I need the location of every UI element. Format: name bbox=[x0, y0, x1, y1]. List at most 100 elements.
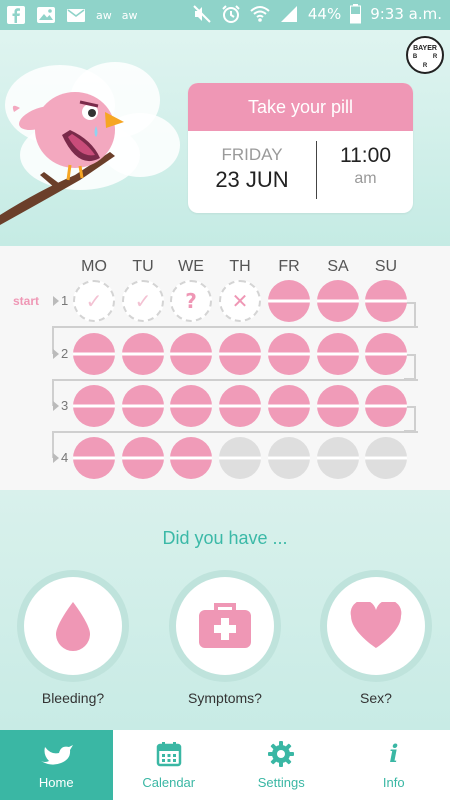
pill-missed[interactable]: ✕ bbox=[219, 280, 261, 322]
symptoms-button[interactable] bbox=[169, 570, 281, 682]
pill-placebo[interactable] bbox=[317, 437, 359, 479]
pill-placebo[interactable] bbox=[365, 437, 407, 479]
pill-pack: start MO TU WE TH FR SA SU 1 ✓ ✓? ✕ 2 3 4 bbox=[0, 246, 450, 490]
notification-aw-2: aw bbox=[121, 8, 138, 22]
day-label-we: WE bbox=[178, 258, 204, 275]
nav-settings[interactable]: Settings bbox=[225, 730, 338, 800]
reminder-ampm: am bbox=[354, 170, 377, 187]
day-label-sa: SA bbox=[327, 258, 349, 275]
svg-text:R: R bbox=[433, 54, 438, 60]
week-arrow-icon bbox=[53, 296, 59, 306]
day-label-fr: FR bbox=[278, 258, 300, 275]
wifi-icon bbox=[250, 6, 270, 22]
bottom-nav: Home Calendar Settings i Info bbox=[0, 730, 450, 800]
signal-icon bbox=[280, 6, 297, 22]
check-icon: ✓ bbox=[85, 289, 103, 313]
header: BAYER B R R Take your pill FRIDAY 23 JUN… bbox=[0, 30, 450, 246]
pill-taken[interactable]: ✓ bbox=[73, 280, 115, 322]
tracker-section: Did you have ... Bleeding? Symptoms? Sex… bbox=[0, 490, 450, 730]
pill-active[interactable] bbox=[365, 333, 407, 375]
bayer-cross-logo: BAYER B R R bbox=[413, 45, 438, 69]
reminder-day: FRIDAY bbox=[221, 145, 283, 164]
bleeding-label: Bleeding? bbox=[41, 690, 105, 706]
nav-calendar-label: Calendar bbox=[142, 775, 196, 790]
week-number: 4 bbox=[61, 450, 69, 465]
mute-icon bbox=[193, 5, 211, 23]
clock-time: 9:33 a.m. bbox=[370, 5, 442, 23]
first-aid-kit-icon bbox=[199, 603, 251, 648]
info-icon: i bbox=[389, 739, 399, 768]
battery-icon bbox=[350, 4, 362, 24]
check-icon: ✓ bbox=[134, 289, 152, 313]
status-bar: aw aw 44% 9:33 a.m. bbox=[0, 0, 450, 30]
pill-active[interactable] bbox=[365, 385, 407, 427]
day-label-tu: TU bbox=[132, 258, 154, 275]
pill-placebo[interactable] bbox=[268, 437, 310, 479]
pill-active[interactable] bbox=[317, 333, 359, 375]
day-label-su: SU bbox=[374, 258, 398, 275]
nav-info-label: Info bbox=[382, 775, 405, 790]
week-arrow-icon bbox=[53, 401, 59, 411]
day-label-th: TH bbox=[229, 258, 251, 275]
pill-placebo[interactable] bbox=[219, 437, 261, 479]
facebook-icon bbox=[7, 6, 25, 24]
tracker-question: Did you have ... bbox=[162, 528, 288, 548]
week-number: 3 bbox=[61, 398, 69, 413]
question-icon: ? bbox=[185, 289, 197, 313]
nav-info[interactable]: i Info bbox=[338, 730, 450, 800]
svg-text:B: B bbox=[413, 54, 418, 60]
nav-home-label: Home bbox=[38, 775, 74, 790]
week-arrow-icon bbox=[53, 349, 59, 359]
battery-percent: 44% bbox=[307, 5, 342, 23]
pill-active[interactable] bbox=[122, 385, 164, 427]
pill-active[interactable] bbox=[365, 280, 407, 322]
svg-text:R: R bbox=[423, 63, 428, 69]
pill-active[interactable] bbox=[122, 333, 164, 375]
pill-unknown[interactable]: ? bbox=[170, 280, 212, 322]
bird-icon bbox=[41, 745, 74, 765]
pill-active[interactable] bbox=[73, 385, 115, 427]
cross-icon: ✕ bbox=[231, 289, 249, 313]
week-arrow-icon bbox=[53, 453, 59, 463]
gallery-icon bbox=[37, 7, 55, 23]
gear-icon bbox=[268, 741, 295, 767]
week-number: 1 bbox=[61, 293, 69, 308]
pill-active[interactable] bbox=[317, 385, 359, 427]
pill-active[interactable] bbox=[219, 385, 261, 427]
reminder-time: 11:00 bbox=[340, 144, 391, 167]
symptoms-label: Symptoms? bbox=[188, 690, 262, 706]
alarm-icon bbox=[222, 5, 240, 23]
day-label-mo: MO bbox=[81, 258, 107, 275]
card-divider bbox=[316, 141, 317, 199]
nav-settings-label: Settings bbox=[257, 775, 305, 790]
bleeding-button[interactable] bbox=[17, 570, 129, 682]
pill-active[interactable] bbox=[219, 333, 261, 375]
pill-active[interactable] bbox=[122, 437, 164, 479]
sex-label: Sex? bbox=[360, 690, 392, 706]
nav-calendar[interactable]: Calendar bbox=[113, 730, 226, 800]
pill-active[interactable] bbox=[73, 333, 115, 375]
card-body: FRIDAY 23 JUN 11:00 am bbox=[188, 131, 413, 213]
pill-active[interactable] bbox=[170, 385, 212, 427]
week-connector bbox=[52, 431, 418, 433]
svg-text:BAYER: BAYER bbox=[413, 45, 437, 52]
pill-active[interactable] bbox=[317, 280, 359, 322]
heart-icon bbox=[350, 602, 402, 648]
mail-icon bbox=[67, 9, 85, 22]
pill-active[interactable] bbox=[268, 385, 310, 427]
pill-active[interactable] bbox=[170, 437, 212, 479]
nav-home[interactable]: Home bbox=[0, 730, 113, 800]
pill-active[interactable] bbox=[170, 333, 212, 375]
week-connector bbox=[52, 326, 418, 328]
calendar-icon bbox=[156, 742, 181, 767]
drop-icon bbox=[56, 602, 90, 651]
bird-illustration bbox=[0, 62, 180, 225]
notification-aw-1: aw bbox=[96, 8, 112, 22]
pill-taken[interactable]: ✓ bbox=[122, 280, 164, 322]
pill-active[interactable] bbox=[268, 280, 310, 322]
sex-button[interactable] bbox=[320, 570, 432, 682]
pill-active[interactable] bbox=[73, 437, 115, 479]
pill-active[interactable] bbox=[268, 333, 310, 375]
next-pill-card[interactable]: Take your pill FRIDAY 23 JUN 11:00 am bbox=[188, 83, 413, 213]
week-connector bbox=[52, 379, 418, 381]
